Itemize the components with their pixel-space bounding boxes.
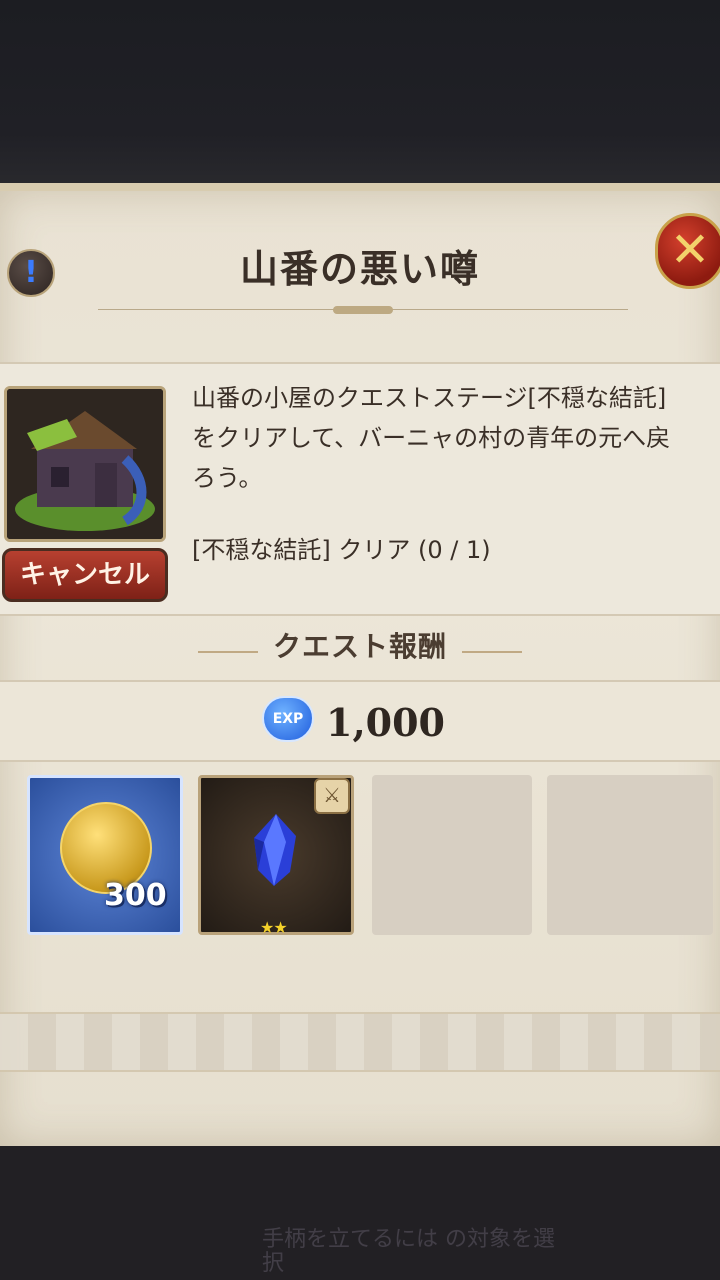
heading-ornament-right <box>462 650 523 653</box>
exp-heart-icon: EXP <box>262 696 314 742</box>
reward-heading: クエスト報酬 <box>0 625 720 669</box>
cancel-button[interactable]: キャンセル <box>2 548 168 602</box>
exp-reward-value: 1,000 <box>326 700 445 745</box>
blue-crystal-icon <box>254 814 296 886</box>
close-button[interactable]: ✕ <box>655 213 720 289</box>
reward-slot-empty <box>547 775 713 935</box>
quest-stage-thumbnail <box>4 386 166 542</box>
quest-description: 山番の小屋のクエストステージ[不穏な結託] をクリアして、バーニャの村の青年の元… <box>192 384 671 492</box>
top-background <box>0 0 720 190</box>
equipment-badge-icon: ⚔ <box>314 778 350 814</box>
close-x-icon: ✕ <box>669 222 711 278</box>
ornamental-border <box>0 1012 720 1072</box>
reward-heading-label: クエスト報酬 <box>272 630 447 663</box>
mountain-hut-icon <box>7 389 163 539</box>
quest-objective: [不穏な結託] クリア (0 / 1) <box>192 536 491 564</box>
reward-slot-empty <box>372 775 532 935</box>
info-icon[interactable]: ! <box>7 249 55 297</box>
background-hint-text: 手柄を立てるには の対象を選択 <box>262 1227 555 1276</box>
rarity-stars: ★★ <box>260 918 288 937</box>
gold-count: 300 <box>104 878 167 913</box>
dialog-title: 山番の悪い噂 <box>239 247 480 291</box>
title-divider <box>98 306 628 314</box>
heading-ornament-left <box>197 650 258 653</box>
